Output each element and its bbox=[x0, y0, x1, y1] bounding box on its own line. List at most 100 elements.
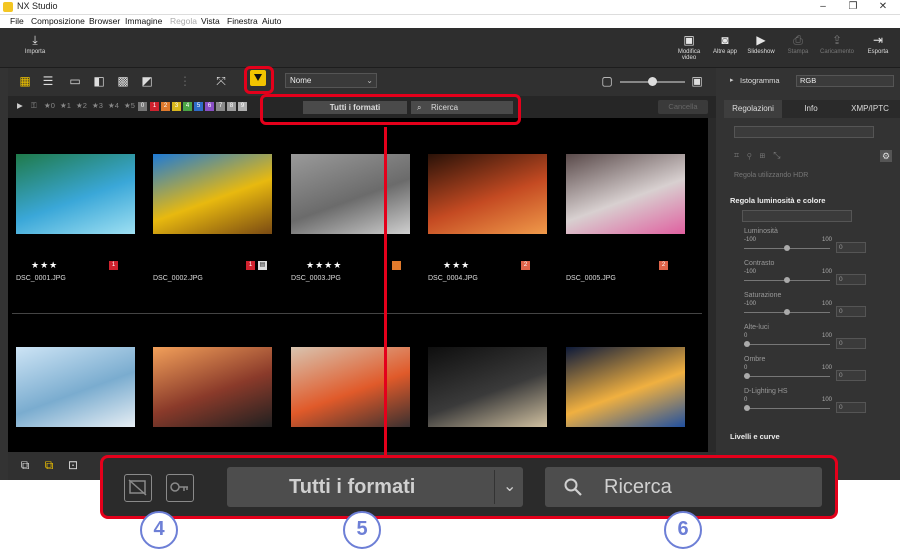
large-thumb-icon[interactable]: ▣ bbox=[690, 74, 704, 88]
select-icon[interactable]: ⧉ bbox=[42, 458, 56, 472]
right-panel-handle[interactable] bbox=[716, 68, 724, 480]
slideshow-label: Slideshow bbox=[747, 49, 775, 55]
tab-info[interactable]: Info bbox=[782, 100, 840, 118]
rating-5[interactable]: ★5 bbox=[124, 101, 135, 110]
label-filter-3[interactable]: 3 bbox=[172, 102, 181, 111]
section-select[interactable] bbox=[742, 210, 852, 222]
protect-filter-icon[interactable]: ⚿ bbox=[31, 101, 37, 111]
upload-button[interactable]: ⇪ Caricamento bbox=[818, 33, 856, 65]
photo-thumbnail[interactable] bbox=[16, 154, 135, 234]
edit-video-label: Modifica video bbox=[677, 49, 701, 61]
grid-view-icon[interactable]: ▦ bbox=[18, 74, 32, 88]
list-view-icon[interactable]: ☰ bbox=[41, 74, 55, 88]
menu-finestra[interactable]: Finestra bbox=[227, 16, 258, 26]
label-filter-8[interactable]: 8 bbox=[227, 102, 236, 111]
minimize-icon[interactable]: – bbox=[808, 0, 838, 15]
slider-value[interactable]: 0 bbox=[836, 402, 866, 413]
menu-browser[interactable]: Browser bbox=[89, 16, 120, 26]
frame-icon[interactable]: ⊡ bbox=[66, 458, 80, 472]
single-view-icon[interactable]: ▭ bbox=[68, 74, 82, 88]
slider-value[interactable]: 0 bbox=[836, 338, 866, 349]
other-apps-button[interactable]: ◙ Altre app bbox=[710, 33, 740, 65]
filter-button-highlight bbox=[244, 66, 274, 94]
menu-vista[interactable]: Vista bbox=[201, 16, 220, 26]
label-filter-9[interactable]: 9 bbox=[238, 102, 247, 111]
restore-icon[interactable]: ❐ bbox=[838, 0, 868, 15]
slider-value[interactable]: 0 bbox=[836, 242, 866, 253]
adjust-tools-icons[interactable]: ⌗⚲⊞⤡ bbox=[734, 150, 788, 161]
small-thumb-icon[interactable]: ▢ bbox=[600, 74, 614, 88]
photo-thumbnail[interactable] bbox=[291, 347, 410, 427]
photo-thumbnail[interactable] bbox=[428, 154, 547, 234]
close-icon[interactable]: ✕ bbox=[868, 0, 898, 15]
hide-raw-icon[interactable] bbox=[124, 474, 152, 502]
fit-icon[interactable]: ⤧ bbox=[214, 74, 228, 88]
menu-immagine[interactable]: Immagine bbox=[125, 16, 162, 26]
label-filter-6[interactable]: 6 bbox=[205, 102, 214, 111]
edit-video-button[interactable]: ▣ Modifica video bbox=[672, 33, 706, 65]
rating-2[interactable]: ★2 bbox=[76, 101, 87, 110]
menu-regola[interactable]: Regola bbox=[170, 16, 197, 26]
photo-thumbnail[interactable] bbox=[566, 347, 685, 427]
slider-knob[interactable] bbox=[744, 373, 750, 379]
slideshow-button[interactable]: ▶ Slideshow bbox=[745, 33, 777, 65]
menu-file[interactable]: File bbox=[10, 16, 24, 26]
search-field[interactable]: Ricerca bbox=[545, 467, 822, 507]
import-button[interactable]: ⤓ Importa bbox=[18, 33, 52, 65]
slider-value[interactable]: 0 bbox=[836, 274, 866, 285]
hdr-checkbox-label[interactable]: Regola utilizzando HDR bbox=[734, 172, 808, 179]
preset-select[interactable] bbox=[734, 126, 874, 138]
print-button[interactable]: ⎙ Stampa bbox=[783, 33, 813, 65]
before-after-icon[interactable]: ◩ bbox=[140, 74, 154, 88]
rating-1[interactable]: ★1 bbox=[60, 101, 71, 110]
slider-track[interactable] bbox=[744, 376, 830, 377]
split-view-icon[interactable]: ◧ bbox=[92, 74, 106, 88]
photo-thumbnail[interactable] bbox=[16, 347, 135, 427]
label-filter-4[interactable]: 4 bbox=[183, 102, 192, 111]
label-filter-7[interactable]: 7 bbox=[216, 102, 225, 111]
slider-track[interactable] bbox=[744, 344, 830, 345]
play-icon[interactable]: ▶ bbox=[17, 101, 23, 110]
photo-thumbnail[interactable] bbox=[153, 347, 272, 427]
compare-view-icon[interactable]: ▩ bbox=[116, 74, 130, 88]
photo-thumbnail[interactable] bbox=[566, 154, 685, 234]
grid-scrollbar[interactable] bbox=[708, 118, 716, 452]
tab-regolazioni[interactable]: Regolazioni bbox=[724, 100, 782, 118]
photo-thumbnail[interactable] bbox=[153, 154, 272, 234]
photo-thumbnail[interactable] bbox=[291, 154, 410, 234]
sort-select[interactable]: Nome ⌄ bbox=[285, 73, 377, 88]
histogram-mode-select[interactable]: RGB bbox=[796, 75, 894, 87]
slider-knob[interactable] bbox=[784, 277, 790, 283]
tab-xmp-iptc[interactable]: XMP/IPTC bbox=[840, 100, 900, 118]
label-filter-1[interactable]: 1 bbox=[150, 102, 159, 111]
photo-thumbnail[interactable] bbox=[428, 347, 547, 427]
slider-value[interactable]: 0 bbox=[836, 306, 866, 317]
thumb-size-knob[interactable] bbox=[648, 77, 657, 86]
chevron-down-icon[interactable]: ⌄ bbox=[503, 476, 516, 496]
key-icon[interactable] bbox=[166, 474, 194, 502]
label-filter-5[interactable]: 5 bbox=[194, 102, 203, 111]
slider-value[interactable]: 0 bbox=[836, 370, 866, 381]
label-filter-0[interactable]: 0 bbox=[138, 102, 147, 111]
section-levels-curves[interactable]: Livelli e curve bbox=[730, 432, 780, 441]
slider-knob[interactable] bbox=[784, 245, 790, 251]
section-brightness-color[interactable]: Regola luminosità e colore bbox=[730, 196, 825, 205]
align-icon[interactable]: ⋮ bbox=[178, 74, 192, 88]
label-filter-2[interactable]: 2 bbox=[161, 102, 170, 111]
rating-0[interactable]: ★0 bbox=[44, 101, 55, 110]
format-dropdown[interactable]: Tutti i formati bbox=[227, 467, 523, 507]
menu-aiuto[interactable]: Aiuto bbox=[262, 16, 281, 26]
rating-4[interactable]: ★4 bbox=[108, 101, 119, 110]
slider-knob[interactable] bbox=[744, 405, 750, 411]
slider-knob[interactable] bbox=[744, 341, 750, 347]
expand-icon[interactable]: ▸ bbox=[730, 76, 734, 84]
rating-3[interactable]: ★3 bbox=[92, 101, 103, 110]
export-button[interactable]: ⇥ Esporta bbox=[862, 33, 894, 65]
menu-composizione[interactable]: Composizione bbox=[31, 16, 85, 26]
slider-knob[interactable] bbox=[784, 309, 790, 315]
left-panel-collapsed[interactable] bbox=[0, 68, 8, 480]
cancel-button[interactable]: Cancella bbox=[658, 100, 708, 114]
stack-icon[interactable]: ⧉ bbox=[18, 458, 32, 472]
slider-track[interactable] bbox=[744, 408, 830, 409]
gear-icon[interactable]: ⚙ bbox=[880, 150, 892, 162]
